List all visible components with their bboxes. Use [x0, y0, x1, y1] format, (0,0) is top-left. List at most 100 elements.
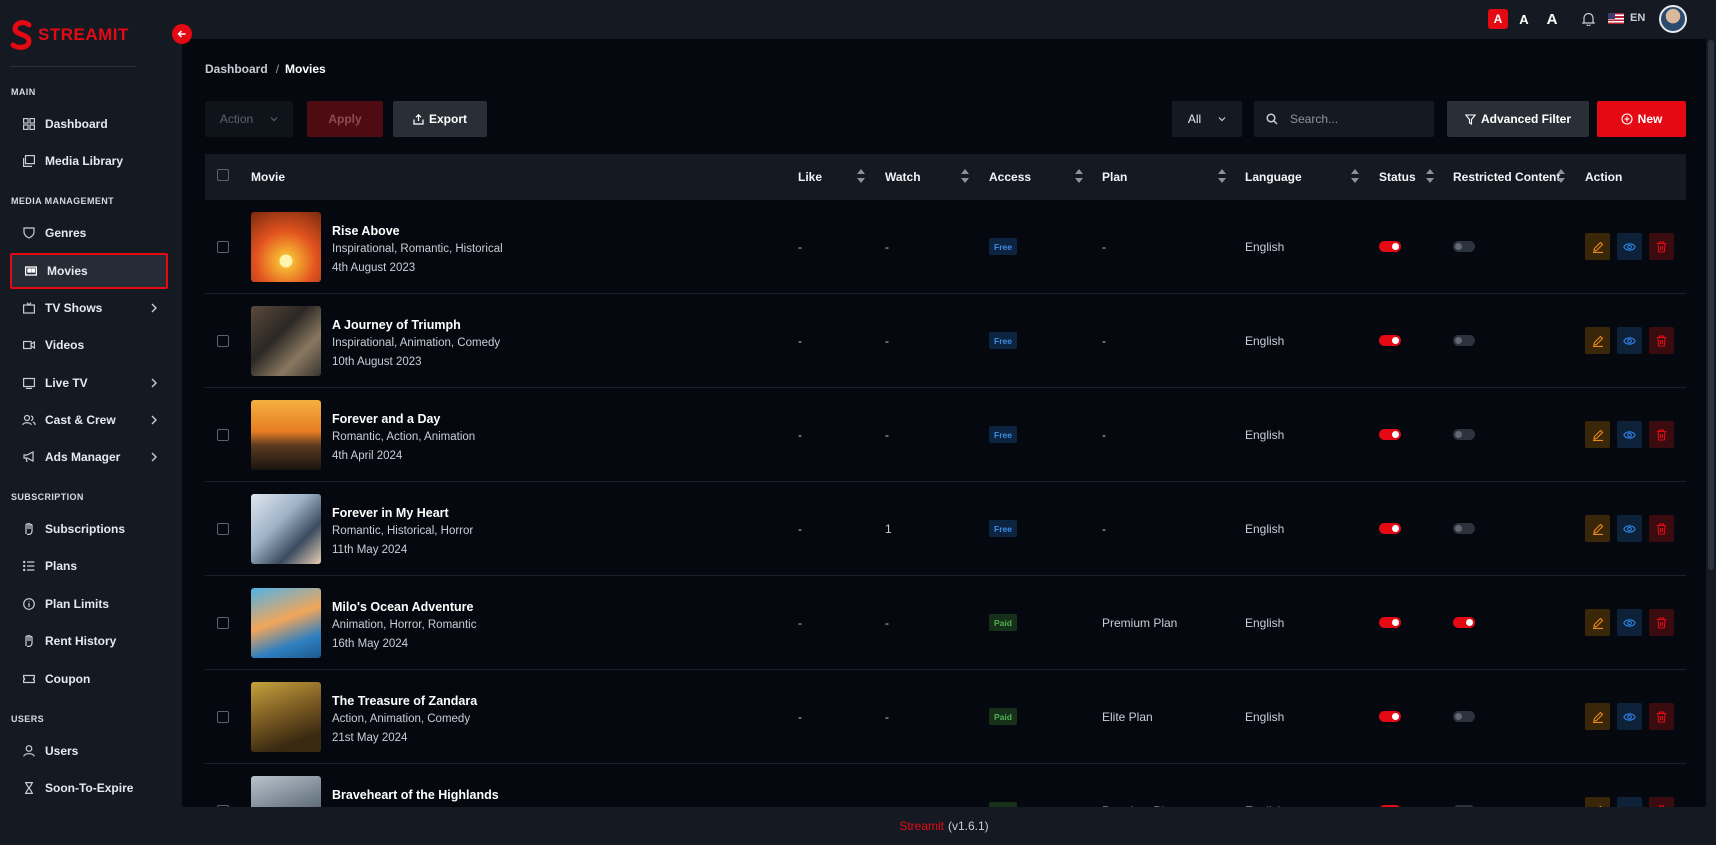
sidebar-collapse-button[interactable] [172, 24, 192, 44]
movie-title[interactable]: Milo's Ocean Adventure [332, 600, 473, 614]
avatar[interactable] [1659, 5, 1687, 33]
sidebar-item-media-library[interactable]: Media Library [10, 143, 168, 179]
view-button[interactable] [1617, 233, 1642, 260]
sort-icon[interactable] [961, 169, 969, 183]
status-toggle[interactable] [1379, 711, 1401, 722]
restricted-content-toggle[interactable] [1453, 523, 1475, 534]
movie-thumbnail[interactable] [251, 588, 321, 658]
export-button[interactable]: Export [393, 101, 487, 137]
row-checkbox[interactable] [217, 711, 229, 723]
search-input[interactable]: Search... [1254, 101, 1434, 137]
restricted-content-toggle[interactable] [1453, 429, 1475, 440]
breadcrumb-dashboard-link[interactable]: Dashboard [205, 62, 268, 76]
delete-button[interactable] [1649, 515, 1674, 542]
notification-button[interactable] [1578, 9, 1598, 29]
apply-button[interactable]: Apply [307, 101, 383, 137]
sort-icon[interactable] [1218, 169, 1226, 183]
font-size-large-button[interactable]: A [1542, 9, 1562, 29]
language-selector[interactable]: EN [1608, 12, 1645, 24]
scrollbar[interactable] [1706, 0, 1716, 845]
sort-icon[interactable] [1351, 169, 1359, 183]
column-header-access[interactable]: Access [989, 170, 1031, 184]
column-header-restricted-content[interactable]: Restricted Content [1453, 170, 1560, 184]
delete-button[interactable] [1649, 609, 1674, 636]
restricted-content-toggle[interactable] [1453, 335, 1475, 346]
sidebar-item-videos[interactable]: Videos [10, 327, 168, 363]
status-toggle[interactable] [1379, 241, 1401, 252]
sort-icon[interactable] [1075, 169, 1083, 183]
movie-thumbnail[interactable] [251, 682, 321, 752]
movie-title[interactable]: Rise Above [332, 224, 400, 238]
row-checkbox[interactable] [217, 241, 229, 253]
view-button[interactable] [1617, 515, 1642, 542]
sidebar-item-dashboard[interactable]: Dashboard [10, 106, 168, 142]
scrollbar-thumb[interactable] [1708, 40, 1714, 570]
restricted-content-toggle[interactable] [1453, 617, 1475, 628]
restricted-content-toggle[interactable] [1453, 711, 1475, 722]
movie-thumbnail[interactable] [251, 494, 321, 564]
sidebar-item-plan-limits[interactable]: Plan Limits [10, 586, 168, 622]
brand-logo[interactable]: STREAMIT [10, 20, 129, 50]
row-checkbox[interactable] [217, 429, 229, 441]
edit-button[interactable] [1585, 327, 1610, 354]
new-button[interactable]: New [1597, 101, 1686, 137]
status-toggle[interactable] [1379, 617, 1401, 628]
restricted-content-toggle[interactable] [1453, 241, 1475, 252]
row-checkbox[interactable] [217, 523, 229, 535]
edit-button[interactable] [1585, 421, 1610, 448]
status-toggle[interactable] [1379, 523, 1401, 534]
status-toggle[interactable] [1379, 335, 1401, 346]
column-header-status[interactable]: Status [1379, 170, 1416, 184]
edit-button[interactable] [1585, 609, 1610, 636]
movie-thumbnail[interactable] [251, 306, 321, 376]
sidebar-item-tv-shows[interactable]: TV Shows [10, 290, 168, 326]
movie-title[interactable]: Forever in My Heart [332, 506, 449, 520]
filter-select[interactable]: All [1172, 101, 1242, 137]
movie-title[interactable]: Braveheart of the Highlands [332, 788, 499, 802]
bulk-action-select[interactable]: Action [205, 101, 293, 137]
sidebar-item-movies[interactable]: Movies [10, 253, 168, 289]
column-header-language[interactable]: Language [1245, 170, 1302, 184]
column-header-plan[interactable]: Plan [1102, 170, 1127, 184]
column-header-like[interactable]: Like [798, 170, 822, 184]
sidebar-item-users[interactable]: Users [10, 733, 168, 769]
sort-icon[interactable] [1426, 169, 1434, 183]
sidebar-item-plans[interactable]: Plans [10, 548, 168, 584]
column-header-watch[interactable]: Watch [885, 170, 921, 184]
font-size-small-button[interactable]: A [1488, 9, 1508, 29]
view-button[interactable] [1617, 703, 1642, 730]
sidebar-item-live-tv[interactable]: Live TV [10, 365, 168, 401]
sidebar-item-genres[interactable]: Genres [10, 215, 168, 251]
row-checkbox[interactable] [217, 335, 229, 347]
sidebar-item-soon-to-expire[interactable]: Soon-To-Expire [10, 770, 168, 806]
sort-icon[interactable] [1557, 169, 1565, 183]
edit-button[interactable] [1585, 703, 1610, 730]
movie-thumbnail[interactable] [251, 400, 321, 470]
delete-button[interactable] [1649, 327, 1674, 354]
sidebar-item-cast-crew[interactable]: Cast & Crew [10, 402, 168, 438]
sidebar-item-coupon[interactable]: Coupon [10, 661, 168, 697]
delete-button[interactable] [1649, 703, 1674, 730]
row-checkbox[interactable] [217, 617, 229, 629]
chevron-right-icon [150, 414, 158, 428]
edit-button[interactable] [1585, 515, 1610, 542]
movie-thumbnail[interactable] [251, 212, 321, 282]
advanced-filter-button[interactable]: Advanced Filter [1447, 101, 1589, 137]
view-button[interactable] [1617, 327, 1642, 354]
movie-title[interactable]: A Journey of Triumph [332, 318, 461, 332]
delete-button[interactable] [1649, 233, 1674, 260]
movie-title[interactable]: Forever and a Day [332, 412, 440, 426]
sidebar-item-rent-history[interactable]: Rent History [10, 623, 168, 659]
view-button[interactable] [1617, 421, 1642, 448]
font-size-medium-button[interactable]: A [1514, 9, 1534, 29]
edit-button[interactable] [1585, 233, 1610, 260]
select-all-checkbox[interactable] [217, 169, 229, 181]
delete-button[interactable] [1649, 421, 1674, 448]
sort-icon[interactable] [857, 169, 865, 183]
sidebar-item-ads-manager[interactable]: Ads Manager [10, 439, 168, 475]
status-toggle[interactable] [1379, 429, 1401, 440]
view-button[interactable] [1617, 609, 1642, 636]
footer-brand-link[interactable]: Streamit [899, 819, 944, 833]
movie-title[interactable]: The Treasure of Zandara [332, 694, 477, 708]
sidebar-item-subscriptions[interactable]: Subscriptions [10, 511, 168, 547]
